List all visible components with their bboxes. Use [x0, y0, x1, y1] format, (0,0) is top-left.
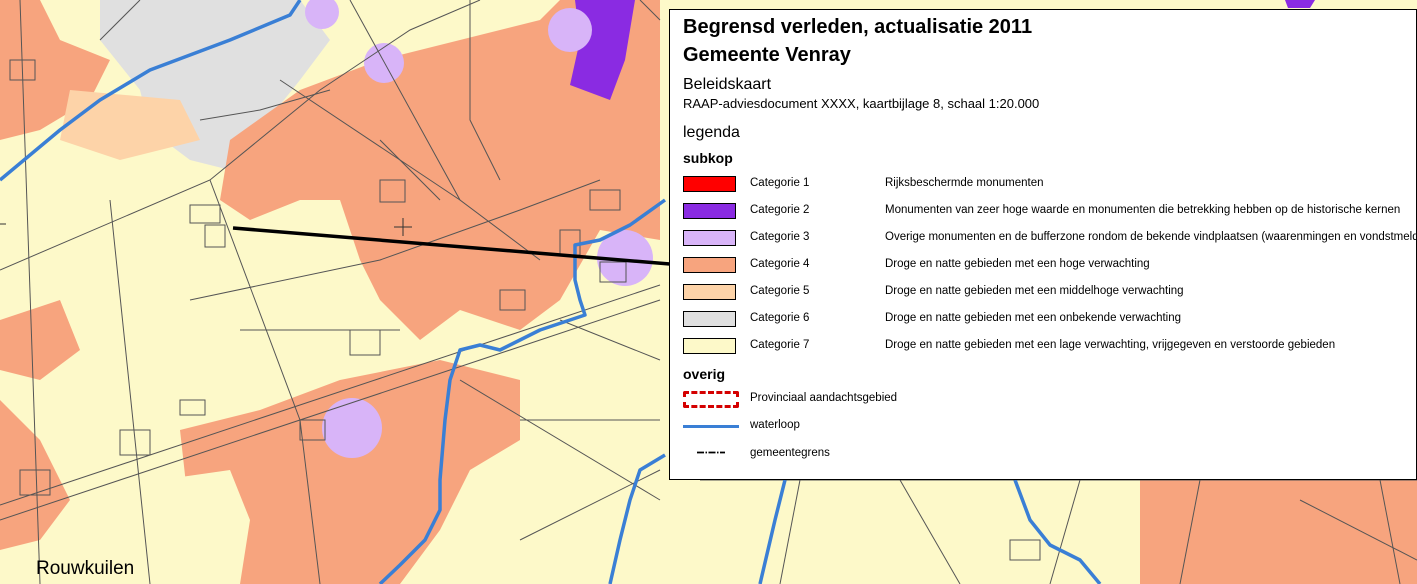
area-category-3 — [548, 8, 592, 52]
area-category-4 — [1140, 480, 1417, 584]
legend-label: Provinciaal aandachtsgebied — [750, 392, 898, 404]
swatch-category-6 — [683, 311, 736, 327]
legend-description: Droge en natte gebieden met een hoge ver… — [885, 258, 1150, 270]
legend-row-category-3: Categorie 3 Overige monumenten en de buf… — [683, 229, 1417, 249]
overig-heading: overig — [683, 366, 726, 382]
red-dashed-outline-icon — [683, 391, 739, 408]
map-type: Beleidskaart — [683, 76, 772, 93]
legend-label: waterloop — [750, 419, 800, 431]
legend-label: Categorie 6 — [750, 312, 810, 324]
legend-description: Rijksbeschermde monumenten — [885, 177, 1044, 189]
legend-subtitle: Gemeente Venray — [683, 44, 851, 66]
legend-row-category-2: Categorie 2 Monumenten van zeer hoge waa… — [683, 202, 1417, 222]
legend-description: Droge en natte gebieden met een middelho… — [885, 285, 1184, 297]
swatch-category-1 — [683, 176, 736, 192]
swatch-category-3 — [683, 230, 736, 246]
dash-dot-line-icon — [697, 451, 725, 454]
swatch-category-7 — [683, 338, 736, 354]
legend-title: Begrensd verleden, actualisatie 2011 — [683, 16, 1033, 38]
legend-row-category-4: Categorie 4 Droge en natte gebieden met … — [683, 256, 1417, 276]
legend-label: Categorie 3 — [750, 231, 810, 243]
legend-row-waterloop: waterloop — [683, 417, 1417, 437]
legend-row-category-6: Categorie 6 Droge en natte gebieden met … — [683, 310, 1417, 330]
legend-label: Categorie 1 — [750, 177, 810, 189]
swatch-category-5 — [683, 284, 736, 300]
swatch-category-2 — [683, 203, 736, 219]
legend-row-category-1: Categorie 1 Rijksbeschermde monumenten — [683, 175, 1417, 195]
area-category-3 — [364, 43, 404, 83]
legend-row-category-7: Categorie 7 Droge en natte gebieden met … — [683, 337, 1417, 357]
legend-description: Droge en natte gebieden met een onbekend… — [885, 312, 1182, 324]
legend-row-aandachtsgebied: Provinciaal aandachtsgebied — [683, 390, 1417, 410]
area-category-2 — [1285, 0, 1315, 8]
swatch-category-4 — [683, 257, 736, 273]
area-category-3 — [322, 398, 382, 458]
place-label-rouwkuilen: Rouwkuilen — [36, 558, 135, 579]
legend-label: Categorie 7 — [750, 339, 810, 351]
legend-label: Categorie 5 — [750, 285, 810, 297]
legend-label: gemeentegrens — [750, 447, 830, 459]
legend-description: Droge en natte gebieden met een lage ver… — [885, 339, 1336, 351]
legend-description: Overige monumenten en de bufferzone rond… — [885, 231, 1417, 243]
map-reference: RAAP-adviesdocument XXXX, kaartbijlage 8… — [683, 96, 1040, 111]
blue-line-icon — [683, 425, 739, 428]
legend-row-category-5: Categorie 5 Droge en natte gebieden met … — [683, 283, 1417, 303]
legend-label: Categorie 2 — [750, 204, 810, 216]
legend-label: Categorie 4 — [750, 258, 810, 270]
legend-row-gemeentegrens: gemeentegrens — [683, 445, 1417, 465]
subkop-heading: subkop — [683, 150, 733, 166]
legend-heading: legenda — [683, 124, 740, 141]
legend-panel: Begrensd verleden, actualisatie 2011 Gem… — [669, 9, 1417, 480]
legend-description: Monumenten van zeer hoge waarde en monum… — [885, 204, 1401, 216]
